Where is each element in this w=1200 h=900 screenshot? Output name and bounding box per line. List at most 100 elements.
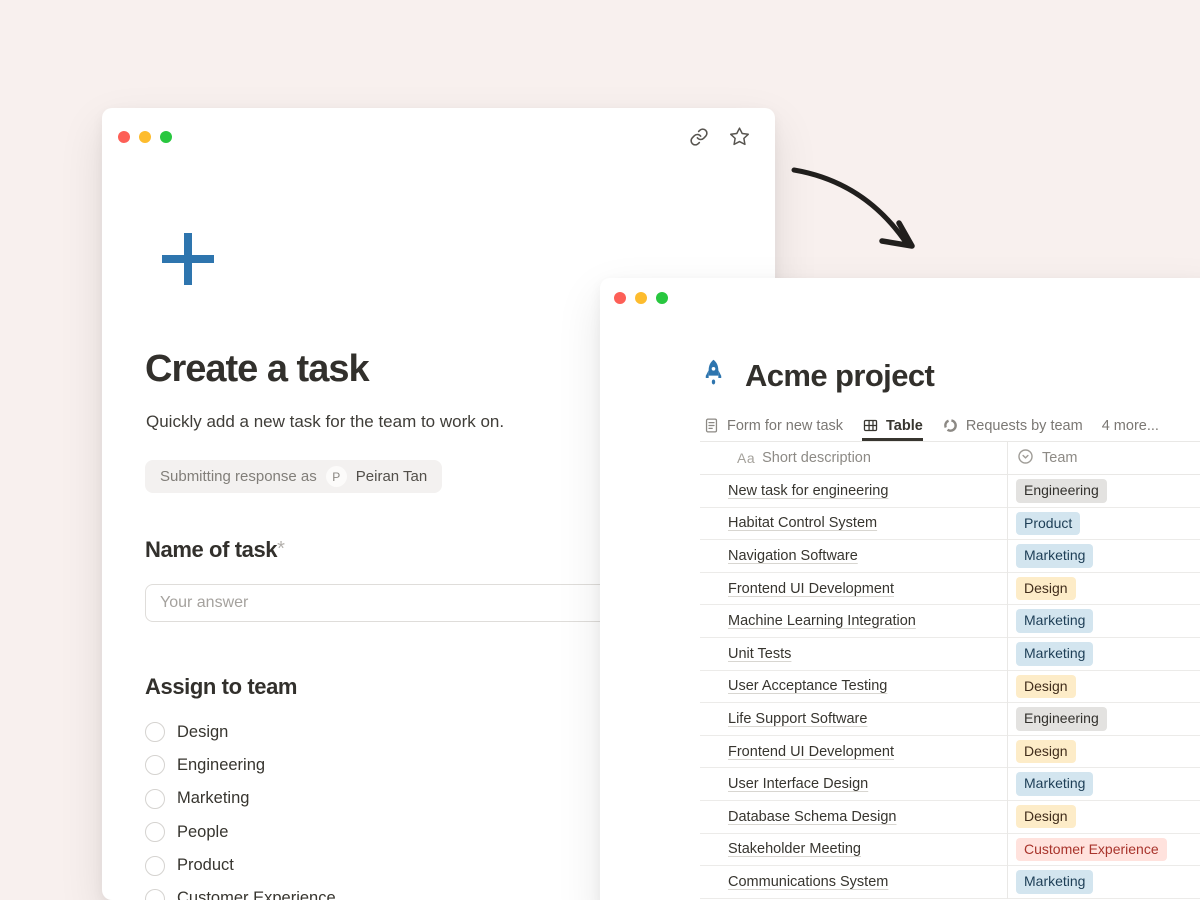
table-row[interactable]: New task for engineering Engineering: [700, 475, 1200, 508]
description-cell[interactable]: Machine Learning Integration: [700, 613, 1007, 629]
radio-label: Engineering: [177, 756, 265, 775]
table-row[interactable]: Unit Tests Marketing: [700, 638, 1200, 671]
column-header-label: Short description: [762, 450, 871, 466]
assign-to-team-label: Assign to team: [145, 674, 297, 700]
task-name-input[interactable]: [145, 584, 648, 622]
team-tag: Marketing: [1016, 772, 1093, 796]
radio-button[interactable]: [145, 755, 165, 775]
view-tab[interactable]: Form for new task: [703, 410, 843, 441]
zoom-window-button[interactable]: [656, 292, 668, 304]
column-divider: [1007, 442, 1008, 899]
team-tag: Engineering: [1016, 707, 1107, 731]
window-controls: [118, 131, 172, 143]
team-cell[interactable]: Engineering: [1007, 479, 1107, 503]
team-tag: Design: [1016, 805, 1076, 829]
team-cell[interactable]: Design: [1007, 577, 1076, 601]
team-cell[interactable]: Marketing: [1007, 544, 1093, 568]
team-tag: Design: [1016, 577, 1076, 601]
description-cell[interactable]: Database Schema Design: [700, 809, 1007, 825]
description-cell[interactable]: Life Support Software: [700, 711, 1007, 727]
team-cell[interactable]: Marketing: [1007, 609, 1093, 633]
radio-button[interactable]: [145, 856, 165, 876]
view-tabs: Form for new task Table Requests by team…: [703, 410, 1159, 441]
description-cell[interactable]: New task for engineering: [700, 483, 1007, 499]
team-cell[interactable]: Design: [1007, 675, 1076, 699]
team-cell[interactable]: Design: [1007, 740, 1076, 764]
close-window-button[interactable]: [614, 292, 626, 304]
table-row[interactable]: Life Support Software Engineering: [700, 703, 1200, 736]
view-tab[interactable]: Table: [862, 410, 923, 441]
tab-label: 4 more...: [1102, 418, 1159, 434]
table-row[interactable]: Habitat Control System Product: [700, 508, 1200, 541]
page-title: Acme project: [745, 358, 934, 394]
team-option[interactable]: Customer Experience: [145, 889, 336, 900]
column-header-description[interactable]: Aa Short description: [700, 450, 1007, 466]
description-cell[interactable]: Navigation Software: [700, 548, 1007, 564]
radio-label: People: [177, 823, 228, 842]
team-cell[interactable]: Marketing: [1007, 772, 1093, 796]
table-row[interactable]: User Acceptance Testing Design: [700, 671, 1200, 704]
team-cell[interactable]: Customer Experience: [1007, 838, 1167, 862]
form-description: Quickly add a new task for the team to w…: [146, 412, 504, 432]
column-header-label: Team: [1042, 450, 1077, 466]
zoom-window-button[interactable]: [160, 131, 172, 143]
team-option[interactable]: Product: [145, 856, 336, 876]
description-cell[interactable]: User Interface Design: [700, 776, 1007, 792]
team-option[interactable]: Engineering: [145, 755, 336, 775]
table-row[interactable]: Frontend UI Development Design: [700, 573, 1200, 606]
team-cell[interactable]: Product: [1007, 512, 1080, 536]
description-cell[interactable]: Habitat Control System: [700, 515, 1007, 531]
submitting-as-text: Submitting response as: [160, 468, 317, 485]
submitting-as-badge: Submitting response as P Peiran Tan: [145, 460, 442, 493]
table-row[interactable]: Machine Learning Integration Marketing: [700, 605, 1200, 638]
description-cell[interactable]: Unit Tests: [700, 646, 1007, 662]
minimize-window-button[interactable]: [139, 131, 151, 143]
team-tag: Design: [1016, 740, 1076, 764]
column-header-team[interactable]: Team: [1007, 448, 1077, 469]
team-option[interactable]: Design: [145, 722, 336, 742]
table-row[interactable]: Navigation Software Marketing: [700, 540, 1200, 573]
text-property-icon: Aa: [737, 450, 755, 466]
description-cell[interactable]: User Acceptance Testing: [700, 678, 1007, 694]
radio-label: Customer Experience: [177, 889, 336, 900]
star-icon[interactable]: [729, 126, 750, 147]
name-of-task-label: Name of task*: [145, 537, 285, 563]
view-tab[interactable]: Requests by team: [942, 410, 1083, 441]
team-tag: Marketing: [1016, 870, 1093, 894]
radio-label: Product: [177, 856, 234, 875]
team-option[interactable]: People: [145, 822, 336, 842]
radio-label: Marketing: [177, 789, 249, 808]
team-cell[interactable]: Marketing: [1007, 642, 1093, 666]
team-cell[interactable]: Marketing: [1007, 870, 1093, 894]
minimize-window-button[interactable]: [635, 292, 647, 304]
team-tag: Product: [1016, 512, 1080, 536]
table-row[interactable]: User Interface Design Marketing: [700, 768, 1200, 801]
table-row[interactable]: Stakeholder Meeting Customer Experience: [700, 834, 1200, 867]
table-row[interactable]: Frontend UI Development Design: [700, 736, 1200, 769]
link-icon[interactable]: [689, 127, 709, 147]
task-table-body: New task for engineering Engineering Hab…: [700, 475, 1200, 899]
team-options: Design Engineering Marketing People Prod…: [145, 722, 336, 900]
required-marker: *: [277, 538, 284, 560]
description-cell[interactable]: Frontend UI Development: [700, 581, 1007, 597]
team-option[interactable]: Marketing: [145, 789, 336, 809]
team-cell[interactable]: Design: [1007, 805, 1076, 829]
table-row[interactable]: Database Schema Design Design: [700, 801, 1200, 834]
team-tag: Engineering: [1016, 479, 1107, 503]
radio-button[interactable]: [145, 822, 165, 842]
description-cell[interactable]: Communications System: [700, 874, 1007, 890]
close-window-button[interactable]: [118, 131, 130, 143]
radio-button[interactable]: [145, 722, 165, 742]
window-controls: [614, 292, 668, 304]
view-tab[interactable]: 4 more...: [1102, 410, 1159, 441]
tab-label: Requests by team: [966, 418, 1083, 434]
description-cell[interactable]: Stakeholder Meeting: [700, 841, 1007, 857]
description-cell[interactable]: Frontend UI Development: [700, 744, 1007, 760]
radio-button[interactable]: [145, 789, 165, 809]
table-row[interactable]: Communications System Marketing: [700, 866, 1200, 899]
plus-icon: [159, 230, 217, 293]
field-label-text: Name of task: [145, 537, 277, 562]
team-tag: Marketing: [1016, 544, 1093, 568]
team-cell[interactable]: Engineering: [1007, 707, 1107, 731]
radio-button[interactable]: [145, 889, 165, 900]
